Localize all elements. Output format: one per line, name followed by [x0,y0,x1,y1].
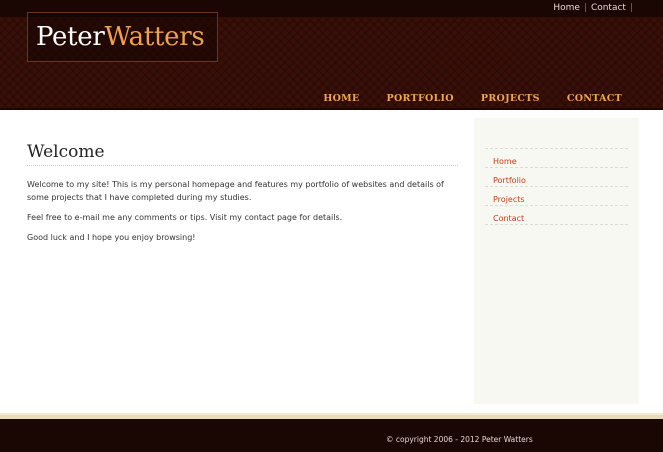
copyright-text: © copyright 2006 - 2012 Peter Watters [386,435,533,444]
nav-portfolio[interactable]: PORTFOLIO [387,93,454,104]
site-logo[interactable]: PeterWatters [27,12,218,62]
sidebar-link-portfolio[interactable]: Portfolio [493,176,526,185]
contact-paragraph: Feel free to e-mail me any comments or t… [27,213,343,222]
top-link-contact[interactable]: Contact [591,3,626,13]
sidebar-item-portfolio: Portfolio [485,168,628,187]
sidebar-menu: Home Portfolio Projects Contact [485,148,628,225]
top-link-trail: | [629,3,633,13]
header-divider [0,108,663,110]
sidebar-item-contact: Contact [485,206,628,225]
header: Home | Contact | PeterWatters HOME PORTFOLI… [0,0,663,110]
closing-paragraph: Good luck and I hope you enjoy browsing! [27,233,196,242]
logo-first-name: Peter [36,22,105,52]
intro-paragraph: Welcome to my site! This is my personal … [27,180,444,202]
footer: © copyright 2006 - 2012 Peter Watters [0,419,663,452]
page-title: Welcome [27,142,458,166]
sidebar-link-home[interactable]: Home [493,157,517,166]
sidebar-link-projects[interactable]: Projects [493,195,525,204]
nav-contact[interactable]: CONTACT [567,93,622,104]
top-link-home[interactable]: Home [553,3,580,13]
top-link-separator: | [583,3,587,13]
sidebar-item-projects: Projects [485,187,628,206]
logo-last-name: Watters [104,22,205,52]
sidebar: Home Portfolio Projects Contact [474,118,639,404]
nav-home[interactable]: HOME [323,93,359,104]
main-content: Welcome Welcome to my site! This is my p… [27,142,458,244]
top-links: Home | Contact | [553,3,633,13]
main-nav: HOME PORTFOLIO PROJECTS CONTACT [323,93,622,104]
sidebar-item-home: Home [485,149,628,168]
nav-projects[interactable]: PROJECTS [481,93,540,104]
sidebar-link-contact[interactable]: Contact [493,214,524,223]
